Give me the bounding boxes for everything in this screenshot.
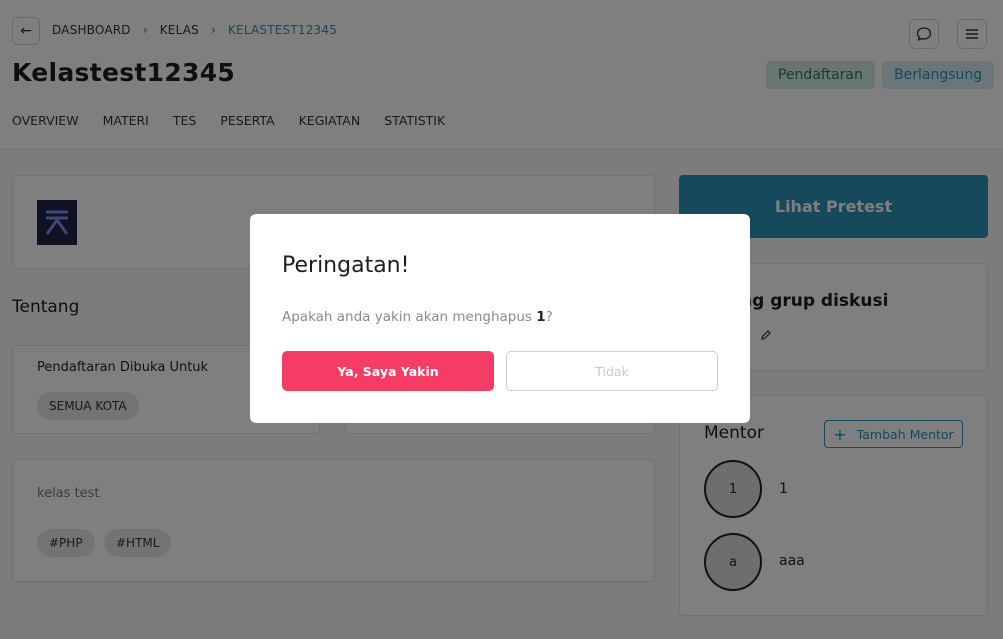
dialog-message-target: 1 <box>536 309 546 325</box>
confirm-button[interactable]: Ya, Saya Yakin <box>282 351 494 391</box>
confirm-delete-dialog: Peringatan! Apakah anda yakin akan mengh… <box>250 214 750 423</box>
dialog-message-suffix: ? <box>545 309 553 325</box>
dialog-message-prefix: Apakah anda yakin akan menghapus <box>282 309 537 325</box>
dialog-message: Apakah anda yakin akan menghapus 1? <box>282 309 553 325</box>
dialog-title: Peringatan! <box>282 253 410 278</box>
cancel-button[interactable]: Tidak <box>506 351 718 391</box>
